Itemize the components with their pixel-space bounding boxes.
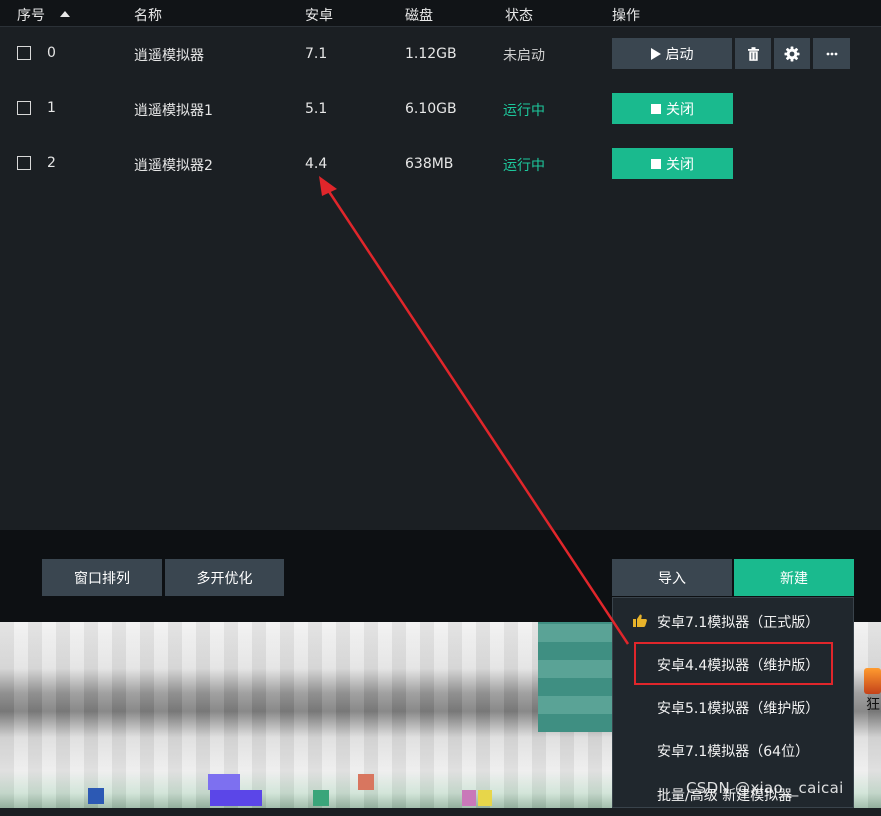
- blurred-background-block: [462, 790, 476, 806]
- row-name: 逍遥模拟器1: [134, 103, 213, 119]
- table-row: 2 逍遥模拟器2 4.4 638MB 运行中 关闭: [0, 137, 881, 192]
- close-button[interactable]: 关闭: [612, 93, 733, 124]
- close-button-label: 关闭: [666, 101, 694, 118]
- row-disk-size: 1.12GB: [405, 46, 457, 62]
- trash-icon: [747, 46, 759, 61]
- row-name: 逍遥模拟器2: [134, 158, 213, 174]
- blurred-background-block: [210, 790, 262, 806]
- dropdown-item-android71[interactable]: 安卓7.1模拟器（正式版）: [613, 600, 853, 643]
- blurred-background-block: [478, 790, 492, 806]
- background-text: 狂: [866, 697, 880, 713]
- row-status: 未启动: [503, 48, 545, 64]
- stop-icon: [651, 103, 661, 114]
- dropdown-item-label: 安卓5.1模拟器（维护版）: [657, 700, 820, 717]
- row-index: 0: [47, 45, 56, 61]
- column-header-status: 状态: [505, 8, 533, 24]
- import-button[interactable]: 导入: [612, 559, 732, 596]
- settings-button[interactable]: [774, 38, 810, 69]
- more-options-button[interactable]: [813, 38, 850, 69]
- column-header-index[interactable]: 序号: [17, 5, 45, 25]
- delete-button[interactable]: [735, 38, 771, 69]
- blurred-background-block: [208, 774, 240, 790]
- play-icon: [650, 47, 661, 60]
- more-icon: [826, 52, 837, 55]
- thumbs-up-icon: [633, 614, 647, 627]
- row-checkbox[interactable]: [17, 46, 31, 60]
- emulator-list-panel: 序号 名称 安卓 磁盘 状态 操作 0 逍遥模拟器 7.1 1.12GB 未启动…: [0, 0, 881, 530]
- multi-instance-optimize-button[interactable]: 多开优化: [165, 559, 284, 596]
- blurred-background-block: [358, 774, 374, 790]
- row-checkbox[interactable]: [17, 156, 31, 170]
- new-emulator-button[interactable]: 新建: [734, 559, 854, 596]
- column-header-actions: 操作: [612, 8, 640, 24]
- table-row: 1 逍遥模拟器1 5.1 6.10GB 运行中 关闭: [0, 82, 881, 137]
- new-emulator-dropdown: 安卓7.1模拟器（正式版） 安卓4.4模拟器（维护版） 安卓5.1模拟器（维护版…: [612, 597, 854, 808]
- blurred-background-block: [538, 622, 612, 732]
- arrange-windows-button[interactable]: 窗口排列: [42, 559, 162, 596]
- table-row: 0 逍遥模拟器 7.1 1.12GB 未启动 启动: [0, 27, 881, 82]
- row-name: 逍遥模拟器: [134, 48, 204, 64]
- close-button[interactable]: 关闭: [612, 148, 733, 179]
- row-index: 2: [47, 155, 56, 171]
- table-header: 序号 名称 安卓 磁盘 状态 操作: [0, 0, 881, 27]
- row-disk-size: 6.10GB: [405, 101, 457, 117]
- column-header-android: 安卓: [305, 8, 333, 24]
- start-button[interactable]: 启动: [612, 38, 732, 69]
- column-header-name: 名称: [134, 8, 162, 24]
- row-disk-size: 638MB: [405, 156, 454, 172]
- watermark-text: CSDN @xiao__caicai: [686, 779, 844, 797]
- blurred-background-block: [313, 790, 329, 806]
- dropdown-item-label: 安卓7.1模拟器（正式版）: [657, 614, 820, 631]
- row-android-version: 4.4: [305, 156, 328, 172]
- stop-icon: [651, 158, 661, 169]
- dropdown-item-android51[interactable]: 安卓5.1模拟器（维护版）: [613, 686, 853, 729]
- dropdown-item-label: 安卓7.1模拟器（64位）: [657, 743, 810, 760]
- row-status: 运行中: [503, 103, 545, 119]
- app-icon: [864, 668, 881, 694]
- row-status: 运行中: [503, 158, 545, 174]
- row-checkbox[interactable]: [17, 101, 31, 115]
- annotation-highlight-box: [634, 642, 833, 685]
- sort-ascending-icon[interactable]: [60, 11, 70, 17]
- dropdown-item-android71-64bit[interactable]: 安卓7.1模拟器（64位）: [613, 729, 853, 772]
- row-android-version: 7.1: [305, 46, 328, 62]
- start-button-label: 启动: [665, 46, 694, 63]
- column-header-disk: 磁盘: [405, 8, 433, 24]
- row-index: 1: [47, 100, 56, 116]
- row-android-version: 5.1: [305, 101, 328, 117]
- close-button-label: 关闭: [666, 156, 694, 173]
- blurred-background-block: [88, 788, 104, 804]
- gear-icon: [784, 46, 800, 61]
